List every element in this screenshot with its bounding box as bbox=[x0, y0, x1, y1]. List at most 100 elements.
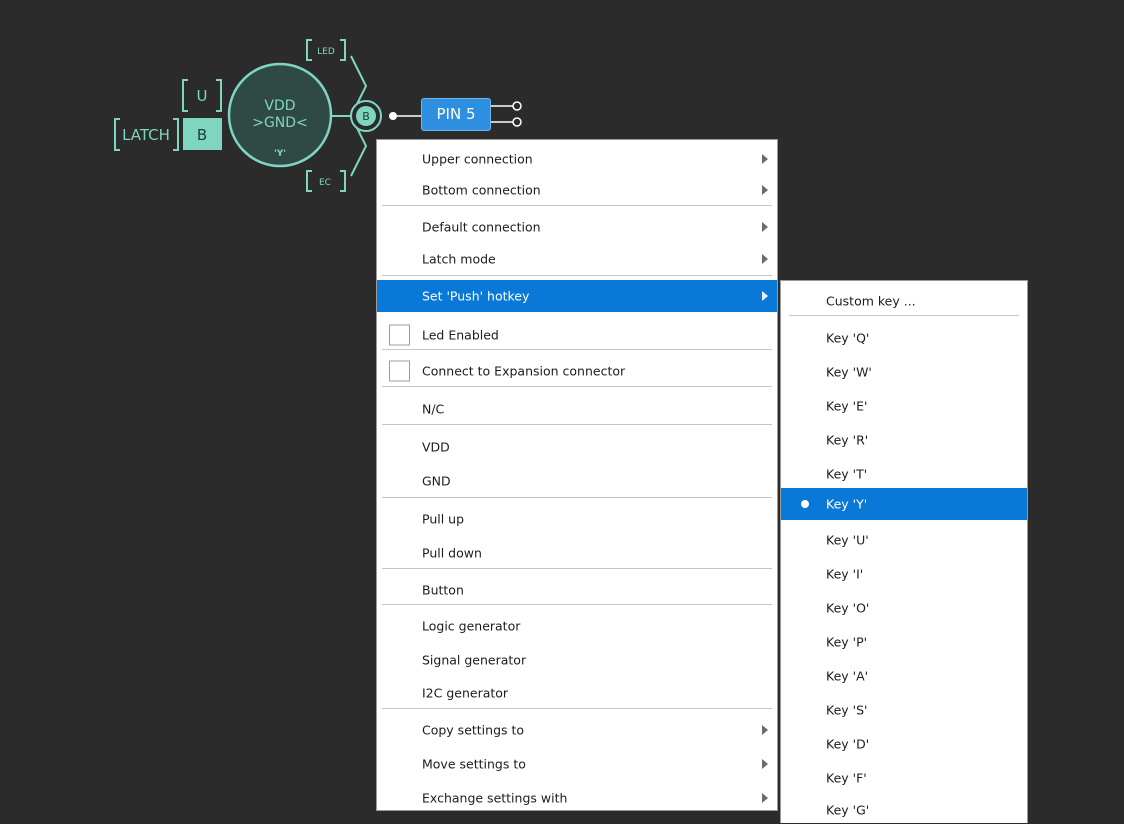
sub-item-label: Key 'A' bbox=[826, 668, 869, 684]
sub-item-label: Key 'E' bbox=[826, 398, 868, 414]
u-box[interactable]: U bbox=[182, 79, 222, 112]
menu-item-label: Connect to Expansion connector bbox=[422, 363, 626, 379]
menu-item-label: I2C generator bbox=[422, 685, 509, 701]
ec-box[interactable]: EC bbox=[306, 170, 346, 192]
menu-item-label: Exchange settings with bbox=[422, 790, 568, 806]
key-item-f[interactable]: Key 'F' bbox=[781, 761, 1027, 795]
key-item-g[interactable]: Key 'G' bbox=[781, 795, 1027, 824]
sub-item-label: Key 'G' bbox=[826, 802, 870, 817]
menu-item-label: Led Enabled bbox=[422, 327, 499, 342]
menu-separator bbox=[382, 424, 772, 425]
menu-led-enabled[interactable]: Led Enabled bbox=[377, 318, 777, 351]
sub-item-label: Key 'S' bbox=[826, 702, 868, 718]
menu-copy-settings[interactable]: Copy settings to bbox=[377, 713, 777, 747]
key-item-s[interactable]: Key 'S' bbox=[781, 693, 1027, 727]
key-item-r[interactable]: Key 'R' bbox=[781, 423, 1027, 457]
submenu-arrow-icon bbox=[762, 185, 768, 195]
menu-item-label: Signal generator bbox=[422, 652, 527, 668]
link-dot bbox=[389, 112, 397, 120]
menu-button[interactable]: Button bbox=[377, 573, 777, 607]
context-menu: Upper connection Bottom connection Defau… bbox=[376, 139, 778, 811]
menu-item-label: Button bbox=[422, 582, 464, 598]
circle-line3: 'Y' bbox=[274, 149, 286, 159]
node-circle[interactable]: B bbox=[350, 100, 382, 132]
menu-item-label: N/C bbox=[422, 401, 445, 417]
b-label: B bbox=[197, 126, 207, 144]
pin-output-top[interactable] bbox=[512, 101, 522, 111]
menu-item-label: Pull up bbox=[422, 511, 465, 527]
key-item-d[interactable]: Key 'D' bbox=[781, 727, 1027, 761]
pin-5-block[interactable]: PIN 5 bbox=[421, 98, 491, 131]
menu-item-label: Set 'Push' hotkey bbox=[422, 288, 530, 304]
circle-line2: >GND< bbox=[252, 115, 308, 131]
menu-upper-connection[interactable]: Upper connection bbox=[377, 142, 777, 175]
menu-item-label: Move settings to bbox=[422, 756, 526, 772]
key-item-w[interactable]: Key 'W' bbox=[781, 355, 1027, 389]
key-item-e[interactable]: Key 'E' bbox=[781, 389, 1027, 423]
custom-key-item[interactable]: Custom key ... bbox=[781, 284, 1027, 317]
menu-set-push-hotkey[interactable]: Set 'Push' hotkey bbox=[377, 280, 777, 312]
sub-item-label: Key 'U' bbox=[826, 532, 869, 548]
sub-item-label: Key 'P' bbox=[826, 634, 868, 650]
key-item-q[interactable]: Key 'Q' bbox=[781, 321, 1027, 355]
menu-item-label: VDD bbox=[422, 439, 450, 455]
upper-branch-line bbox=[350, 55, 368, 107]
pin-output-bottom[interactable] bbox=[512, 117, 522, 127]
menu-item-label: Bottom connection bbox=[422, 182, 541, 198]
submenu-arrow-icon bbox=[762, 221, 768, 232]
sub-item-label: Key 'W' bbox=[826, 364, 872, 380]
submenu-arrow-icon bbox=[762, 253, 768, 264]
node-label: B bbox=[362, 110, 370, 123]
menu-separator bbox=[382, 497, 772, 498]
hotkey-submenu: Custom key ... Key 'Q' Key 'W' Key 'E' K… bbox=[780, 280, 1028, 823]
menu-connect-expansion[interactable]: Connect to Expansion connector bbox=[377, 354, 777, 388]
menu-signal-generator[interactable]: Signal generator bbox=[377, 643, 777, 677]
menu-item-label: Copy settings to bbox=[422, 722, 525, 738]
menu-item-label: GND bbox=[422, 473, 451, 489]
sub-item-label: Key 'O' bbox=[826, 600, 870, 616]
menu-item-label: Latch mode bbox=[422, 251, 496, 266]
submenu-arrow-icon bbox=[762, 291, 768, 301]
key-item-p[interactable]: Key 'P' bbox=[781, 625, 1027, 659]
menu-item-label: Logic generator bbox=[422, 618, 521, 634]
menu-separator bbox=[382, 604, 772, 605]
menu-move-settings[interactable]: Move settings to bbox=[377, 747, 777, 781]
menu-pull-down[interactable]: Pull down bbox=[377, 536, 777, 570]
menu-pull-up[interactable]: Pull up bbox=[377, 502, 777, 536]
menu-logic-generator[interactable]: Logic generator bbox=[377, 609, 777, 643]
b-box[interactable]: B bbox=[183, 118, 222, 150]
led-box[interactable]: LED bbox=[306, 39, 346, 61]
sub-item-label: Key 'D' bbox=[826, 736, 870, 752]
menu-separator bbox=[382, 205, 772, 206]
key-item-t[interactable]: Key 'T' bbox=[781, 457, 1027, 491]
key-item-o[interactable]: Key 'O' bbox=[781, 591, 1027, 625]
menu-exchange-settings[interactable]: Exchange settings with bbox=[377, 781, 777, 815]
sub-item-label: Key 'I' bbox=[826, 566, 864, 582]
led-enabled-checkbox[interactable] bbox=[389, 324, 410, 345]
submenu-arrow-icon bbox=[762, 153, 768, 164]
selected-radio-icon bbox=[801, 500, 809, 508]
state-circle[interactable]: VDD >GND< 'Y' bbox=[227, 62, 333, 168]
key-item-y[interactable]: Key 'Y' bbox=[781, 488, 1027, 520]
menu-separator bbox=[382, 386, 772, 387]
ec-label: EC bbox=[319, 178, 331, 188]
submenu-arrow-icon bbox=[762, 725, 768, 735]
menu-bottom-connection[interactable]: Bottom connection bbox=[377, 175, 777, 205]
key-item-u[interactable]: Key 'U' bbox=[781, 523, 1027, 557]
menu-default-connection[interactable]: Default connection bbox=[377, 210, 777, 243]
menu-latch-mode[interactable]: Latch mode bbox=[377, 243, 777, 274]
latch-box[interactable]: LATCH bbox=[114, 118, 179, 151]
sub-item-label: Key 'Q' bbox=[826, 330, 870, 346]
sub-item-label: Key 'F' bbox=[826, 770, 867, 786]
menu-i2c-generator[interactable]: I2C generator bbox=[377, 677, 777, 709]
circle-line1: VDD bbox=[264, 98, 295, 114]
expansion-checkbox[interactable] bbox=[389, 360, 410, 382]
key-item-i[interactable]: Key 'I' bbox=[781, 557, 1027, 591]
lower-branch-line bbox=[350, 125, 368, 177]
menu-nc[interactable]: N/C bbox=[377, 392, 777, 426]
menu-gnd[interactable]: GND bbox=[377, 464, 777, 498]
menu-item-label: Upper connection bbox=[422, 151, 533, 166]
u-label: U bbox=[197, 87, 208, 105]
key-item-a[interactable]: Key 'A' bbox=[781, 659, 1027, 693]
menu-vdd[interactable]: VDD bbox=[377, 430, 777, 464]
